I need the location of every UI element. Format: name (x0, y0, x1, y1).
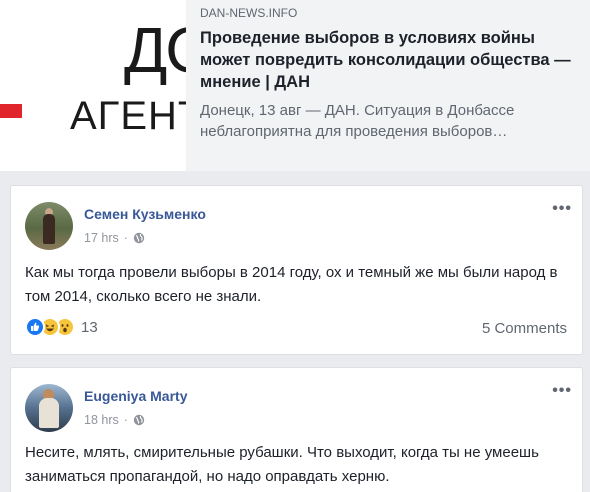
comment-meta: 17 hrs · (84, 231, 145, 245)
comments-count-link[interactable]: 5 Comments (482, 320, 567, 337)
avatar[interactable] (25, 202, 73, 250)
comment-time[interactable]: 18 hrs (84, 413, 119, 427)
link-description: Донецк, 13 авг — ДАН. Ситуация в Донбасс… (200, 102, 515, 140)
link-preview-card[interactable]: ДО АГЕНТ DAN-NEWS.INFO Проведение выборо… (0, 0, 590, 171)
link-headline[interactable]: Проведение выборов в условиях войны може… (200, 27, 584, 93)
avatar[interactable] (25, 384, 73, 432)
more-options-icon[interactable]: ••• (552, 382, 572, 400)
comment-text: Несите, млять, смирительные рубашки. Что… (25, 444, 539, 485)
more-options-icon[interactable]: ••• (552, 200, 572, 218)
comment-text: Как мы тогда провели выборы в 2014 году,… (25, 264, 558, 305)
link-text-block[interactable]: DAN-NEWS.INFO Проведение выборов в услов… (200, 5, 584, 142)
comment-author[interactable]: Eugeniya Marty (84, 388, 187, 404)
comment-card: Семен Кузьменко 17 hrs · ••• Как мы тогд… (10, 185, 583, 355)
reaction-count[interactable]: 13 (81, 319, 98, 336)
like-icon (25, 317, 45, 337)
meta-separator: · (123, 231, 128, 245)
comment-meta: 18 hrs · (84, 413, 145, 427)
comment-card: Eugeniya Marty 18 hrs · ••• Несите, млят… (10, 367, 583, 492)
globe-icon[interactable] (133, 232, 145, 244)
thumbnail-agency-text: АГЕНТ (70, 94, 186, 138)
globe-icon[interactable] (133, 414, 145, 426)
avatar-body (39, 398, 59, 428)
meta-separator: · (123, 413, 128, 427)
comment-time[interactable]: 17 hrs (84, 231, 119, 245)
link-thumbnail[interactable]: ДО АГЕНТ (0, 0, 186, 171)
comment-author[interactable]: Семен Кузьменко (84, 206, 206, 222)
reactions-summary[interactable]: 13 (25, 317, 98, 337)
link-domain: DAN-NEWS.INFO (200, 6, 298, 20)
avatar-body (43, 214, 55, 244)
thumbnail-logo-letters: ДО (124, 14, 186, 86)
thumbnail-red-stripe (0, 104, 22, 118)
